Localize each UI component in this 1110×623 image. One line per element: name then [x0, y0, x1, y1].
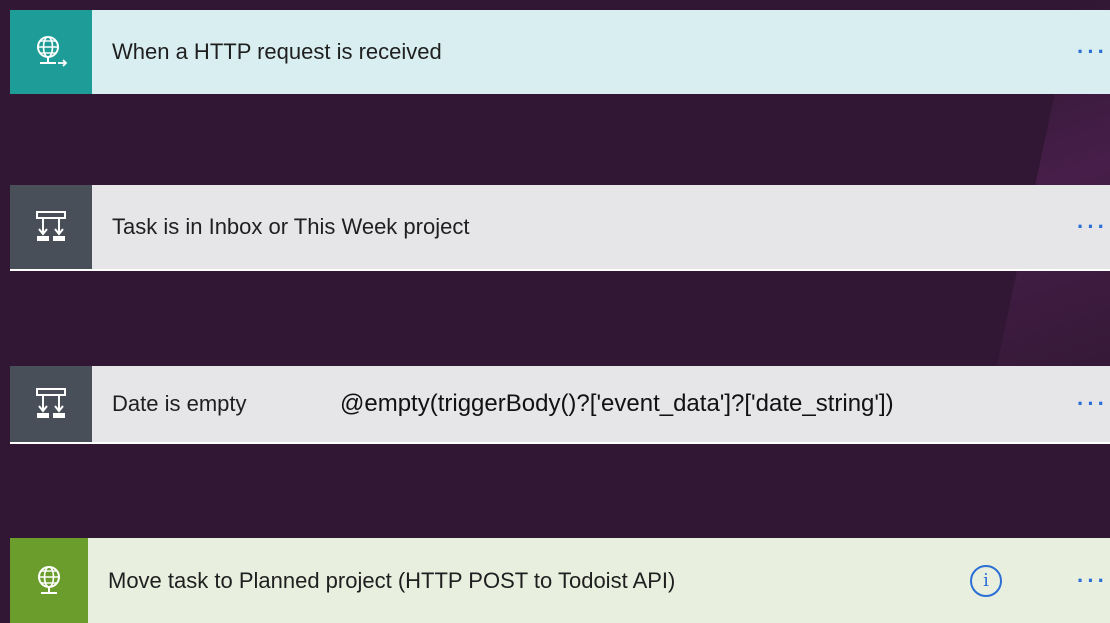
step-title: Date is empty: [112, 391, 247, 416]
step-icon-box: [10, 10, 92, 94]
more-options-icon[interactable]: ···: [1077, 39, 1108, 65]
step-icon-box: [10, 538, 88, 623]
condition-icon: [36, 388, 66, 418]
step-condition-inbox[interactable]: Task is in Inbox or This Week project ··…: [10, 185, 1110, 271]
flow-canvas: When a HTTP request is received ··· Task…: [0, 0, 1110, 623]
more-options-icon[interactable]: ···: [1077, 391, 1108, 417]
condition-expression: @empty(triggerBody()?['event_data']?['da…: [340, 390, 894, 417]
step-title: Move task to Planned project (HTTP POST …: [108, 567, 676, 593]
step-http-trigger[interactable]: When a HTTP request is received ···: [10, 10, 1110, 94]
globe-arrow-icon: [37, 36, 68, 67]
globe-icon: [38, 565, 60, 594]
info-icon[interactable]: i: [970, 564, 1002, 597]
condition-icon: [36, 211, 66, 241]
more-options-icon[interactable]: ···: [1077, 568, 1108, 594]
more-options-icon[interactable]: ···: [1077, 214, 1108, 240]
step-title: Task is in Inbox or This Week project: [112, 214, 470, 239]
step-title: When a HTTP request is received: [112, 39, 442, 64]
step-icon-box: [10, 185, 92, 269]
step-icon-box: [10, 366, 92, 442]
step-condition-date[interactable]: Date is empty @empty(triggerBody()?['eve…: [10, 366, 1110, 444]
step-http-post[interactable]: Move task to Planned project (HTTP POST …: [10, 538, 1110, 623]
